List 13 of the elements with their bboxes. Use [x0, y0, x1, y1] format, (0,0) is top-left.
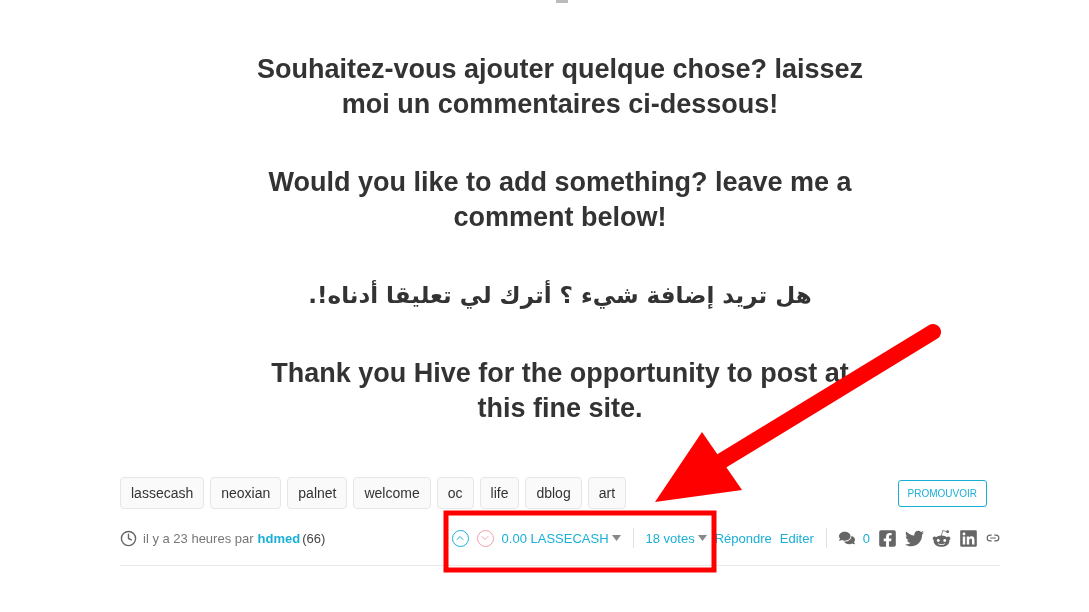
- tag-link[interactable]: dblog: [525, 477, 582, 509]
- tag-link[interactable]: palnet: [287, 477, 348, 509]
- tag-link[interactable]: welcome: [353, 477, 431, 509]
- tag-link[interactable]: art: [587, 477, 627, 509]
- post-time: il y a 23 heures par: [143, 530, 254, 546]
- tag-link[interactable]: neoxian: [210, 477, 282, 509]
- tag-link[interactable]: life: [479, 477, 520, 509]
- tag-link[interactable]: oc: [436, 477, 474, 509]
- tag-link[interactable]: lassecash: [120, 477, 205, 509]
- post-paragraph: هل تريد إضافة شيء ؟ أترك لي تعليقا أدناه!.: [307, 279, 813, 311]
- author-reputation: (66): [302, 530, 326, 546]
- post-paragraph: Would you like to add something? leave me a comment below!: [267, 166, 853, 234]
- post-paragraph: Souhaitez-vous ajouter quelque chose? laissez moi un commentaires ci-dessous!: [255, 53, 865, 121]
